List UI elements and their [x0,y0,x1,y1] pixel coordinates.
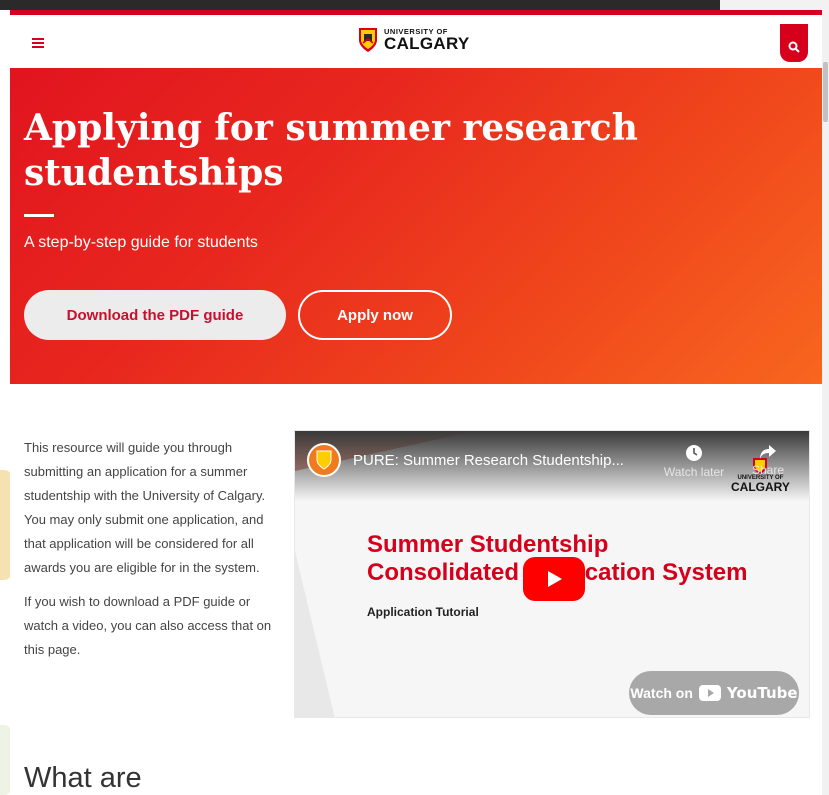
menu-icon[interactable] [32,38,44,48]
intro-text: This resource will guide you through sub… [24,436,274,672]
intro-paragraph: This resource will guide you through sub… [24,440,266,575]
section-heading: What are [24,762,142,794]
share-button[interactable]: Share [743,444,793,477]
download-pdf-button[interactable]: Download the PDF guide [24,290,286,340]
watch-on-label: Watch on [630,685,693,701]
title-underline [24,214,54,217]
scrollbar[interactable] [822,10,829,795]
search-button[interactable] [780,24,808,62]
video-embed[interactable]: PURE: Summer Research Studentship... Wat… [294,430,810,718]
university-logo[interactable]: UNIVERSITY OF CALGARY [358,27,470,53]
logo-text-big: CALGARY [384,34,470,54]
play-icon [548,571,562,587]
shield-icon [316,450,332,470]
play-button[interactable] [523,557,585,601]
site-header: UNIVERSITY OF CALGARY [10,10,822,68]
search-icon [788,41,800,53]
clock-icon [686,445,702,461]
page-title: Applying for summer research studentship… [24,107,638,194]
intro-paragraph: If you wish to download a PDF guide or w… [24,594,272,657]
watch-later-button[interactable]: Watch later [659,444,729,479]
browser-top-strip [720,0,829,10]
apply-now-button[interactable]: Apply now [298,290,452,340]
page: UNIVERSITY OF CALGARY Applying for summe… [10,10,822,795]
video-heading-line: Summer Studentship [367,531,609,558]
video-logo-big: CALGARY [731,480,790,494]
youtube-wordmark: YouTube [726,684,798,702]
youtube-icon [698,685,721,701]
channel-avatar[interactable] [307,443,341,477]
browser-top-bar [0,0,829,10]
scrollbar-thumb[interactable] [823,62,828,122]
share-icon [760,445,776,459]
watch-later-label: Watch later [663,465,725,479]
watch-on-youtube-button[interactable]: Watch on YouTube [629,671,799,715]
shield-icon [359,28,377,52]
video-title[interactable]: PURE: Summer Research Studentship... [353,452,624,469]
video-slide-subtitle: Application Tutorial [367,605,479,619]
share-label: Share [751,463,785,477]
page-subtitle: A step-by-step guide for students [24,234,258,251]
hero-banner: Applying for summer research studentship… [10,68,822,384]
